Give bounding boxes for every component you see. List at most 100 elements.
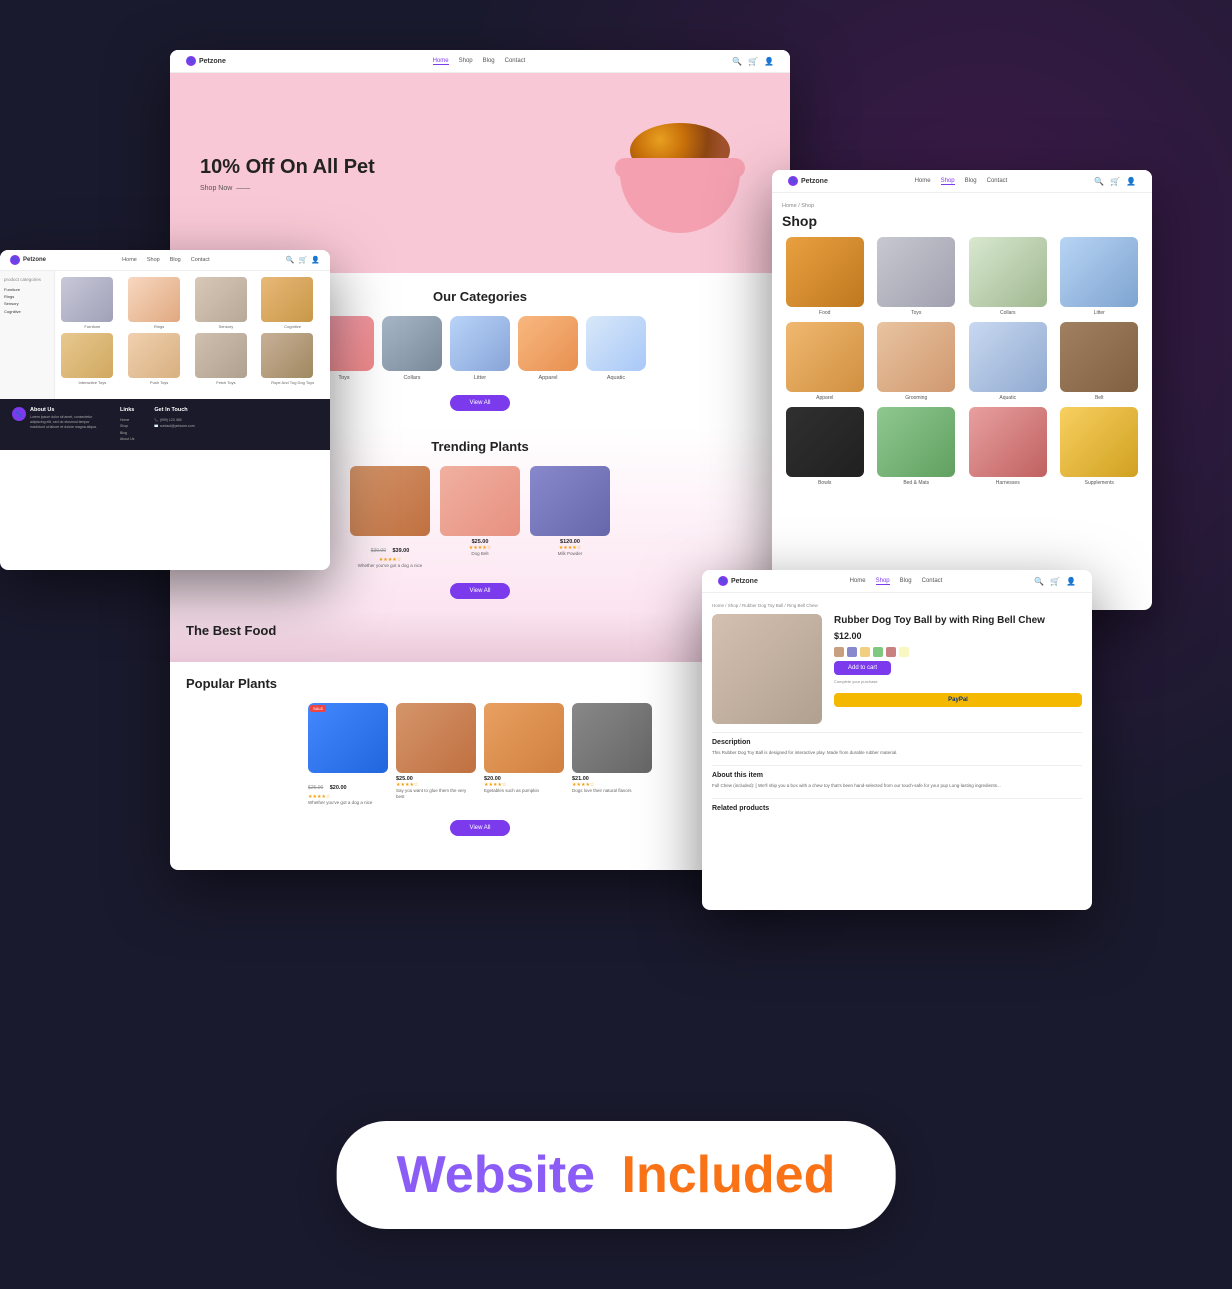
shop-item-toys[interactable]: Toys <box>874 237 960 316</box>
shop-item-belt[interactable]: Belt <box>1057 322 1143 401</box>
trending-product-3[interactable]: $120.00 ★★★★☆ Milk Powder <box>530 466 610 569</box>
popular-product-3[interactable]: $20.00 ★★★★☆ Egetables such as pumpkin <box>484 703 564 806</box>
category-aquatic[interactable]: Aquatic <box>586 316 646 381</box>
left-nav-home[interactable]: Home <box>122 257 137 263</box>
shop-item-collars[interactable]: Collars <box>965 237 1051 316</box>
left-product-7[interactable]: Fetch Toys <box>195 333 258 385</box>
apparel-label: Apparel <box>539 375 558 381</box>
view-all-trending-button[interactable]: View All <box>450 583 511 599</box>
old-price-1: $30.00 <box>371 548 386 554</box>
shop-nav-contact[interactable]: Contact <box>987 178 1008 185</box>
sidebar-cat-furniture[interactable]: Furniture <box>4 286 50 293</box>
aquatic-image <box>969 322 1047 392</box>
bowls-image <box>786 407 864 477</box>
category-apparel[interactable]: Apparel <box>518 316 578 381</box>
bedmats-image <box>877 407 955 477</box>
left-content: product categories Furniture Rings Senso… <box>0 271 330 399</box>
footer-logo-icon: 🐾 <box>12 407 26 421</box>
popular-product-1[interactable]: SALE $25.00 $20.00 ★★★★☆ Whether you've … <box>308 703 388 806</box>
left-product-2[interactable]: Rings <box>128 277 191 329</box>
sidebar-cat-sensory[interactable]: Sensory <box>4 300 50 307</box>
swatch-4[interactable] <box>873 647 883 657</box>
left-product-6[interactable]: Push Toys <box>128 333 191 385</box>
trending-product-1[interactable]: $30.00 $39.00 ★★★★☆ Whether you've got a… <box>350 466 430 569</box>
shop-item-apparel[interactable]: Apparel <box>782 322 868 401</box>
shop-nav: 🐾 Petzone Home Shop Blog Contact 🔍 🛒 👤 <box>772 170 1152 193</box>
collars-label: Collars <box>403 375 420 381</box>
toys-image <box>877 237 955 307</box>
product-search-icon[interactable]: 🔍 <box>1034 577 1044 586</box>
shop-item-bowls[interactable]: Bowls <box>782 407 868 486</box>
left-product-5[interactable]: Interactive Toys <box>61 333 124 385</box>
swatch-5[interactable] <box>886 647 896 657</box>
left-product-1[interactable]: Furniture <box>61 277 124 329</box>
mockup-product-detail: 🐾 Petzone Home Shop Blog Contact 🔍 🛒 👤 H… <box>702 570 1092 910</box>
shop-nav-shop[interactable]: Shop <box>941 178 955 185</box>
left-user-icon[interactable]: 👤 <box>311 256 320 264</box>
left-nav-contact[interactable]: Contact <box>191 257 210 263</box>
shop-cart-icon[interactable]: 🛒 <box>1110 177 1120 186</box>
shop-search-icon[interactable]: 🔍 <box>1094 177 1104 186</box>
sidebar-cat-rings[interactable]: Rings <box>4 293 50 300</box>
website-word: Website <box>397 1146 595 1204</box>
left-nav-shop[interactable]: Shop <box>147 257 160 263</box>
left-search-icon[interactable]: 🔍 <box>286 256 295 264</box>
left-nav-blog[interactable]: Blog <box>170 257 181 263</box>
shop-item-aquatic[interactable]: Aquatic <box>965 322 1051 401</box>
product-main: Rubber Dog Toy Ball by with Ring Bell Ch… <box>712 614 1082 724</box>
view-all-popular-button[interactable]: View All <box>450 820 511 836</box>
swatch-2[interactable] <box>847 647 857 657</box>
left-prod-4-label: Cognitive <box>261 324 324 329</box>
nav-contact[interactable]: Contact <box>505 58 526 65</box>
view-all-categories-button[interactable]: View All <box>450 395 511 411</box>
product-nav-home[interactable]: Home <box>850 578 866 585</box>
shop-item-supplements[interactable]: Supplements <box>1057 407 1143 486</box>
left-product-8[interactable]: Rope And Tug Dog Toys <box>261 333 324 385</box>
product-cart-icon[interactable]: 🛒 <box>1050 577 1060 586</box>
trending-product-2[interactable]: $25.00 ★★★★☆ Dog Belt <box>440 466 520 569</box>
shop-nav-blog[interactable]: Blog <box>965 178 977 185</box>
shop-nav-home[interactable]: Home <box>915 178 931 185</box>
popular-product-2-image <box>396 703 476 773</box>
sidebar-categories: Furniture Rings Sensory Cognitive <box>4 286 50 315</box>
product-logo-text: Petzone <box>731 578 758 585</box>
add-to-cart-button[interactable]: Add to cart <box>834 661 891 675</box>
popular-product-4[interactable]: $21.00 ★★★★☆ Dogs love their natural fla… <box>572 703 652 806</box>
product-nav-blog[interactable]: Blog <box>900 578 912 585</box>
shop-item-litter[interactable]: Litter <box>1057 237 1143 316</box>
shop-item-grooming[interactable]: Grooming <box>874 322 960 401</box>
footer-link-about[interactable]: About Us <box>120 436 134 442</box>
pop-price-1: $25.00 $20.00 <box>308 776 388 794</box>
hero-section: 10% Off On All Pet Shop Now —— <box>170 73 790 273</box>
nav-home[interactable]: Home <box>433 58 449 65</box>
category-collars[interactable]: Collars <box>382 316 442 381</box>
category-litter[interactable]: Litter <box>450 316 510 381</box>
left-product-3[interactable]: Sensory <box>195 277 258 329</box>
hero-cta[interactable]: Shop Now —— <box>200 185 375 192</box>
shop-item-food[interactable]: Food <box>782 237 868 316</box>
swatch-3[interactable] <box>860 647 870 657</box>
harnesses-image <box>969 407 1047 477</box>
cart-icon[interactable]: 🛒 <box>748 57 758 66</box>
user-icon[interactable]: 👤 <box>764 57 774 66</box>
product-nav-shop[interactable]: Shop <box>876 578 890 585</box>
hero-image <box>600 83 760 263</box>
belt-label: Belt <box>1095 395 1104 401</box>
popular-product-2[interactable]: $25.00 ★★★★☆ Say you want to glue them t… <box>396 703 476 806</box>
swatch-6[interactable] <box>899 647 909 657</box>
food-image <box>786 237 864 307</box>
nav-blog[interactable]: Blog <box>483 58 495 65</box>
left-cart-icon[interactable]: 🛒 <box>299 256 308 264</box>
paypal-button[interactable]: PayPal <box>834 693 1082 707</box>
left-product-4[interactable]: Cognitive <box>261 277 324 329</box>
sidebar-cat-cognitive[interactable]: Cognitive <box>4 308 50 315</box>
shop-item-harnesses[interactable]: Harnesses <box>965 407 1051 486</box>
shop-item-bedmats[interactable]: Bed & Mats <box>874 407 960 486</box>
nav-shop[interactable]: Shop <box>459 58 473 65</box>
swatch-1[interactable] <box>834 647 844 657</box>
search-icon[interactable]: 🔍 <box>732 57 742 66</box>
product-nav-contact[interactable]: Contact <box>922 578 943 585</box>
product-user-icon[interactable]: 👤 <box>1066 577 1076 586</box>
shop-user-icon[interactable]: 👤 <box>1126 177 1136 186</box>
product-image <box>712 614 822 724</box>
